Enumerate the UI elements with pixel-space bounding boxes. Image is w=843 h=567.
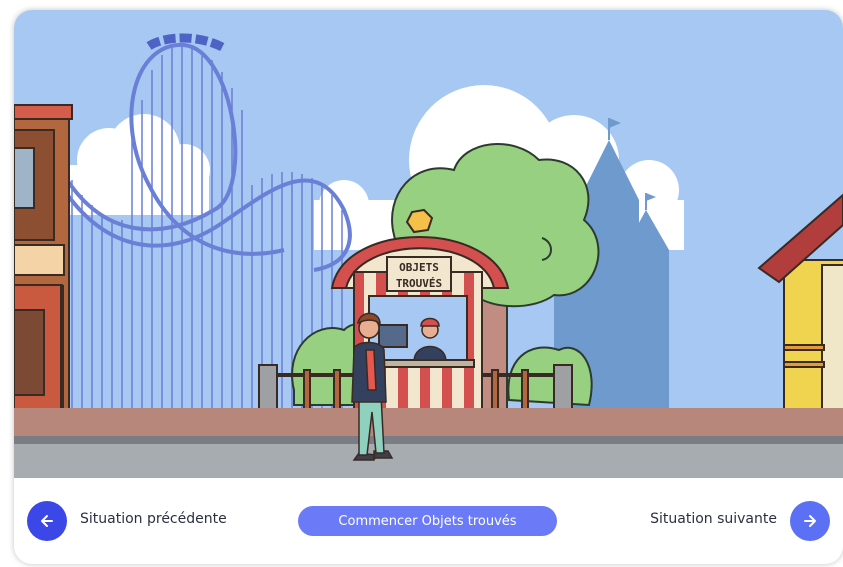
curb <box>14 436 843 444</box>
booth-sign-line2: TROUVÉS <box>396 277 442 290</box>
start-scenario-button[interactable]: Commencer Objets trouvés <box>298 506 557 536</box>
booth-sign-line1: OBJETS <box>399 261 439 274</box>
scenario-navigation: Situation précédente Commencer Objets tr… <box>14 478 843 564</box>
scene-illustration: OBJETS TROUVÉS <box>14 10 843 478</box>
previous-situation-label[interactable]: Situation précédente <box>80 511 227 527</box>
next-situation-button[interactable] <box>790 501 830 541</box>
scenario-card: OBJETS TROUVÉS Situation précédente Comm… <box>14 10 843 564</box>
next-situation-label[interactable]: Situation suivante <box>650 511 777 527</box>
arrow-right-icon <box>804 515 816 527</box>
previous-situation-button[interactable] <box>27 501 67 541</box>
road <box>14 444 843 478</box>
sidewalk <box>14 408 843 438</box>
building-left <box>14 104 73 416</box>
arrow-left-icon <box>41 515 53 527</box>
